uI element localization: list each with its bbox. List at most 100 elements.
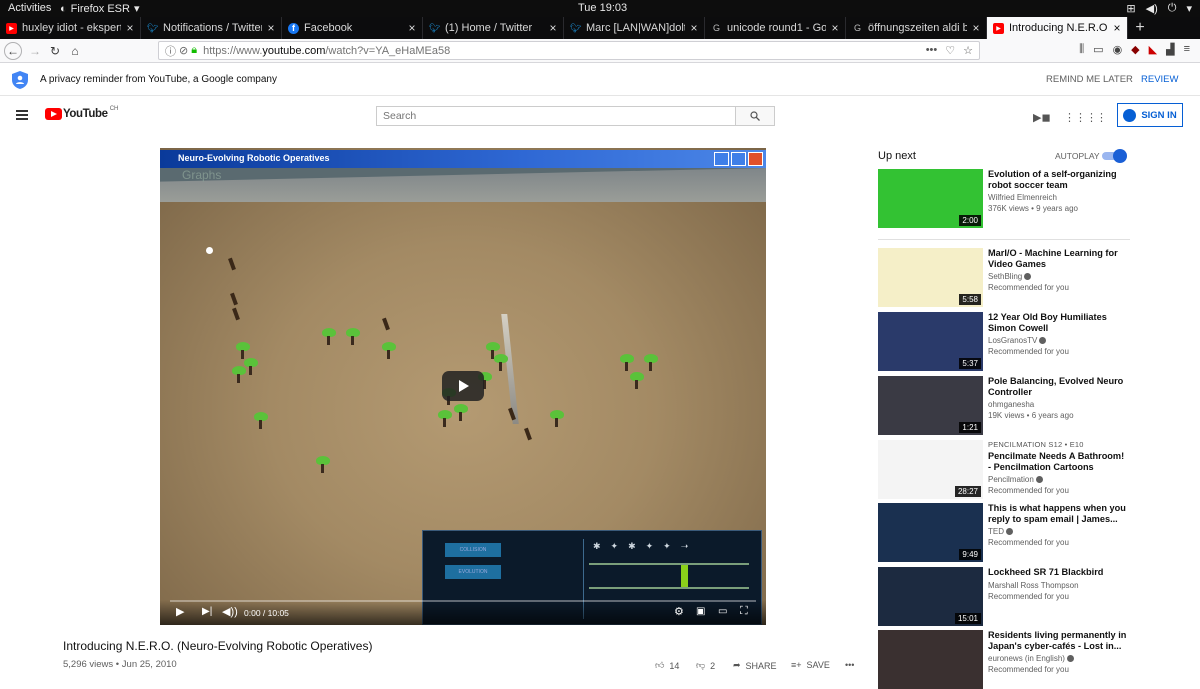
page-actions-button[interactable]: •••	[926, 44, 938, 57]
home-button[interactable]: ⌂	[66, 42, 84, 60]
more-actions-button[interactable]: •••	[845, 660, 854, 670]
like-button[interactable]: 👍︎ 14	[655, 660, 679, 671]
back-button[interactable]: ←	[4, 42, 22, 60]
forward-button[interactable]: →	[26, 42, 44, 60]
account-icon[interactable]: ◉	[1113, 43, 1123, 56]
progress-bar[interactable]	[170, 600, 756, 602]
guide-menu-icon[interactable]	[16, 110, 28, 120]
volume-icon[interactable]: ◀))	[222, 605, 238, 618]
recommended-title[interactable]: Pencilmate Needs A Bathroom! - Pencilmat…	[988, 451, 1128, 472]
recommended-title[interactable]: Residents living permanently in Japan's …	[988, 630, 1128, 651]
chevron-down-icon: ▾	[1186, 3, 1192, 15]
tab-label: huxley idiot - ekspert | Re	[22, 22, 121, 34]
scene-robot	[322, 328, 336, 345]
settings-menu-icon[interactable]: ⋮	[1096, 111, 1107, 124]
toolbar-icons: ⫼ ▭ ◉ ◆ ◣ ▟ ≡	[1079, 43, 1190, 56]
browser-tab[interactable]: 🐦︎ Marc [LAN|WAN]dolt ju×	[564, 17, 705, 39]
network-icon: ⊞	[1126, 3, 1136, 15]
clock[interactable]: Tue 19:03	[578, 2, 627, 14]
system-tray[interactable]: ⊞ ◀) ⏻ ▾	[1126, 2, 1192, 15]
autoplay-toggle[interactable]	[1102, 149, 1127, 163]
extension-icon[interactable]: ◣	[1149, 43, 1157, 56]
channel-name[interactable]: SethBling	[988, 272, 1032, 281]
search-button[interactable]	[735, 106, 775, 126]
fullscreen-icon[interactable]: ⛶	[740, 605, 748, 618]
save-button[interactable]: ≡+ SAVE	[791, 660, 830, 670]
browser-tab[interactable]: Gunicode round1 - Googl×	[705, 17, 846, 39]
recommended-title[interactable]: This is what happens when you reply to s…	[988, 503, 1128, 524]
menu-icon[interactable]: ≡	[1184, 43, 1190, 56]
navigation-toolbar: ← → ↻ ⌂ ⓘ ⊘ 🔒︎ https://www.youtube.com/w…	[0, 39, 1200, 63]
video-thumbnail[interactable]: 2:00	[878, 169, 983, 228]
recommended-title[interactable]: MarI/O - Machine Learning for Video Game…	[988, 248, 1128, 269]
ublock-icon[interactable]: ◆	[1131, 43, 1139, 56]
browser-tab[interactable]: Göffnungszeiten aldi buch×	[846, 17, 987, 39]
recommended-title[interactable]: Lockheed SR 71 Blackbird	[988, 567, 1128, 578]
apps-grid-icon[interactable]: ⋮⋮⋮	[1064, 111, 1097, 124]
close-tab-icon[interactable]: ×	[970, 21, 982, 35]
duration-badge: 15:01	[954, 613, 981, 624]
pocket-icon[interactable]: ♡	[945, 44, 955, 57]
close-tab-icon[interactable]: ×	[1111, 21, 1123, 35]
close-tab-icon[interactable]: ×	[124, 21, 136, 35]
close-tab-icon[interactable]: ×	[688, 21, 700, 35]
settings-icon[interactable]: ⚙	[674, 605, 684, 618]
dislike-button[interactable]: 👎︎ 2	[696, 660, 715, 671]
app-menu[interactable]: ◐ Firefox ESR ▾	[60, 2, 139, 16]
browser-tab[interactable]: 🐦︎ (1) Home / Twitter ×	[423, 17, 564, 39]
youtube-logo[interactable]: YouTube CH	[45, 106, 118, 120]
create-video-icon[interactable]: ▶︎◼	[1033, 111, 1051, 124]
close-tab-icon[interactable]: ×	[406, 21, 418, 35]
browser-tab[interactable]: f Facebook ×	[282, 17, 423, 39]
video-thumbnail[interactable]: 15:01	[878, 567, 983, 626]
new-tab-button[interactable]: +	[1128, 17, 1152, 39]
reload-button[interactable]: ↻	[46, 42, 64, 60]
scene-robot	[550, 410, 564, 427]
channel-name[interactable]: LosGranosTV	[988, 336, 1047, 345]
channel-name[interactable]: ohmganesha	[988, 400, 1034, 409]
channel-name[interactable]: euronews (in English)	[988, 654, 1074, 663]
browser-tab[interactable]: ▶ Introducing N.E.R.O. (Ne×	[987, 17, 1128, 39]
arrow-right-icon: →	[29, 44, 41, 58]
recommended-title[interactable]: 12 Year Old Boy Humiliates Simon Cowell	[988, 312, 1128, 333]
review-button[interactable]: REVIEW	[1141, 74, 1178, 85]
video-thumbnail[interactable]: 28:27	[878, 440, 983, 499]
channel-name[interactable]: TED	[988, 527, 1013, 536]
video-thumbnail[interactable]: 5:58	[878, 248, 983, 307]
theater-mode-icon[interactable]: ▭	[718, 606, 727, 617]
share-button[interactable]: ➦ SHARE	[733, 660, 777, 671]
recommended-title[interactable]: Pole Balancing, Evolved Neuro Controller	[988, 376, 1128, 397]
channel-name[interactable]: Pencilmation	[988, 475, 1043, 484]
play-icon[interactable]: ▶	[176, 605, 184, 618]
close-tab-icon[interactable]: ×	[829, 21, 841, 35]
close-tab-icon[interactable]: ×	[547, 21, 559, 35]
big-play-button[interactable]	[442, 371, 484, 401]
channel-name[interactable]: Marshall Ross Thompson	[988, 581, 1079, 590]
sidebar-icon[interactable]: ▭	[1093, 43, 1103, 56]
browser-tab[interactable]: ▶ huxley idiot - ekspert | Re×	[0, 17, 141, 39]
library-icon[interactable]: ⫼	[1079, 43, 1084, 56]
scene-enemy	[230, 292, 238, 306]
bookmark-star-icon[interactable]: ☆	[963, 44, 973, 57]
extension-bar-icon[interactable]: ▟	[1166, 43, 1174, 56]
video-thumbnail[interactable]: 9:49	[878, 503, 983, 562]
home-icon: ⌂	[71, 44, 79, 58]
next-icon[interactable]: ▶|	[202, 606, 212, 617]
video-player[interactable]: Neuro-Evolving Robotic Operatives Graphs…	[160, 148, 766, 625]
browser-tab[interactable]: 🐦︎ Notifications / Twitter ×	[141, 17, 282, 39]
miniplayer-icon[interactable]: ▣	[696, 606, 705, 617]
video-thumbnail[interactable]: 5:37	[878, 312, 983, 371]
sign-in-button[interactable]: SIGN IN	[1117, 103, 1183, 127]
dislike-count: 2	[710, 660, 716, 671]
shield-icon	[12, 70, 28, 89]
url-bar[interactable]: ⓘ ⊘ 🔒︎ https://www.youtube.com/watch?v=Y…	[158, 41, 980, 60]
privacy-reminder-banner: A privacy reminder from YouTube, a Googl…	[0, 64, 1200, 96]
recommended-title[interactable]: Evolution of a self-organizing robot soc…	[988, 169, 1128, 190]
video-thumbnail[interactable]: 1:21	[878, 376, 983, 435]
remind-me-later-button[interactable]: REMIND ME LATER	[1046, 74, 1133, 85]
close-tab-icon[interactable]: ×	[265, 21, 277, 35]
search-input[interactable]	[376, 106, 736, 126]
channel-name[interactable]: Wilfried Elmenreich	[988, 193, 1057, 202]
video-thumbnail[interactable]	[878, 630, 983, 689]
activities-button[interactable]: Activities	[8, 2, 51, 14]
